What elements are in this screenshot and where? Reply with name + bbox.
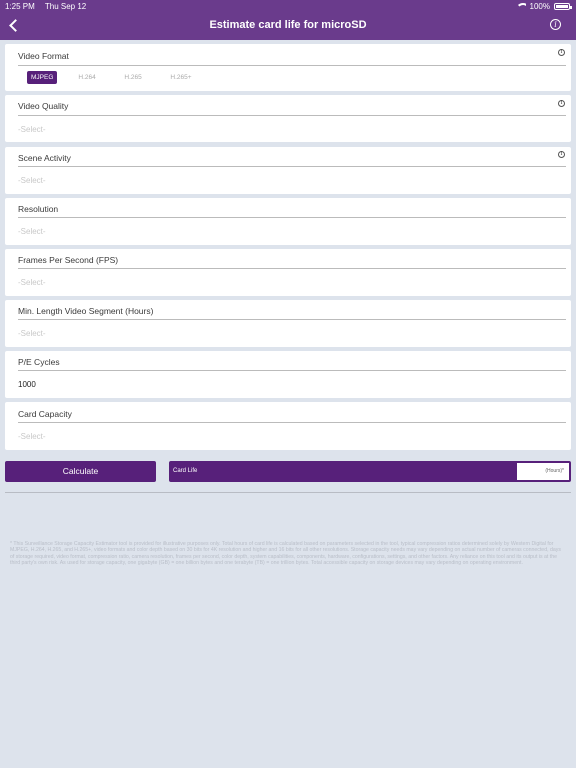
min-length-card[interactable]: Min. Length Video Segment (Hours) -Selec… [5, 300, 571, 347]
info-icon[interactable]: i [558, 151, 565, 158]
divider [18, 370, 566, 371]
resolution-select[interactable]: -Select- [18, 227, 46, 236]
resolution-card[interactable]: Resolution -Select- [5, 198, 571, 245]
divider [18, 65, 566, 66]
status-date: Thu Sep 12 [44, 2, 87, 11]
scene-activity-card[interactable]: Scene Activity i -Select- [5, 147, 571, 194]
pe-cycles-input[interactable]: 1000 [18, 380, 36, 389]
app-header: 1:25 PM Thu Sep 12 100% Estimate card li… [0, 0, 576, 40]
info-icon[interactable]: i [550, 19, 561, 30]
min-length-select[interactable]: -Select- [18, 329, 46, 338]
divider [18, 422, 566, 423]
card-capacity-label: Card Capacity [18, 409, 72, 419]
video-format-card: Video Format i MJPEG H.264 H.265 H.265+ [5, 44, 571, 91]
battery-percent: 100% [529, 2, 550, 11]
page-title: Estimate card life for microSD [209, 19, 367, 31]
fps-label: Frames Per Second (FPS) [18, 255, 119, 265]
fps-select[interactable]: -Select- [18, 278, 46, 287]
video-quality-label: Video Quality [18, 101, 69, 111]
format-option-h264[interactable]: H.264 [73, 71, 115, 84]
calculate-button[interactable]: Calculate [5, 461, 156, 482]
card-life-label: Card Life [173, 468, 198, 474]
card-life-value-field: (Hours)* [517, 463, 569, 480]
section-divider [5, 492, 571, 493]
pe-cycles-card: P/E Cycles 1000 [5, 351, 571, 398]
fps-card[interactable]: Frames Per Second (FPS) -Select- [5, 249, 571, 296]
format-option-h265[interactable]: H.265 [119, 71, 161, 84]
divider [18, 166, 566, 167]
format-option-h265-plus[interactable]: H.265+ [165, 71, 207, 84]
card-capacity-card[interactable]: Card Capacity -Select- [5, 402, 571, 450]
video-format-label: Video Format [18, 51, 69, 61]
scene-activity-label: Scene Activity [18, 153, 71, 163]
video-quality-select[interactable]: -Select- [18, 125, 46, 134]
divider [18, 217, 566, 218]
video-quality-card[interactable]: Video Quality i -Select- [5, 95, 571, 142]
card-capacity-select[interactable]: -Select- [18, 432, 46, 441]
format-option-mjpeg[interactable]: MJPEG [27, 71, 58, 84]
scene-activity-select[interactable]: -Select- [18, 176, 46, 185]
video-format-segmented-control: MJPEG H.264 H.265 H.265+ [27, 71, 207, 84]
divider [18, 268, 566, 269]
info-icon[interactable]: i [558, 49, 565, 56]
divider [18, 115, 566, 116]
resolution-label: Resolution [18, 204, 59, 214]
divider [18, 319, 566, 320]
status-time: 1:25 PM [5, 2, 35, 11]
battery-icon [554, 3, 572, 10]
disclaimer-text: * This Surveillance Storage Capacity Est… [10, 541, 561, 566]
info-icon[interactable]: i [558, 100, 565, 107]
pe-cycles-label: P/E Cycles [18, 357, 60, 367]
card-life-result: Card Life (Hours)* [169, 461, 571, 482]
min-length-label: Min. Length Video Segment (Hours) [18, 306, 154, 316]
status-bar: 1:25 PM Thu Sep 12 100% [0, 0, 576, 12]
wifi-icon [515, 3, 526, 10]
